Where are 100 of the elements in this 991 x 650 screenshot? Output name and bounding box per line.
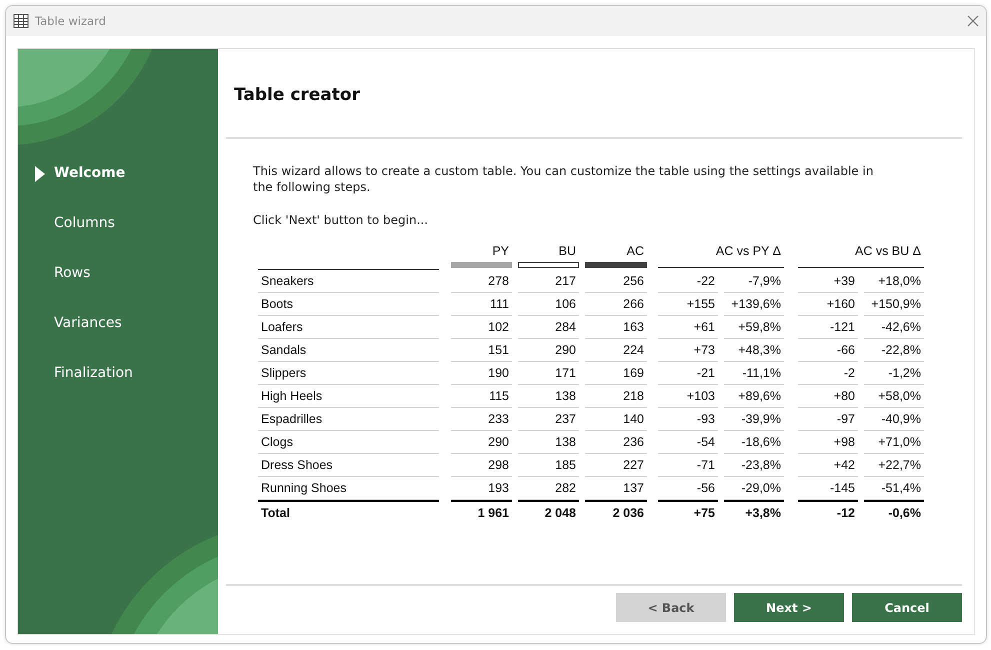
table-cell: Slippers [258, 362, 439, 385]
table-cell: -93 [658, 408, 718, 431]
table-cell: +80 [798, 385, 858, 408]
sidebar-item[interactable]: Finalization [18, 365, 218, 415]
table-cell: -51,4% [864, 477, 924, 500]
table-cell: 290 [518, 339, 579, 362]
table-cell: 185 [518, 454, 579, 477]
page-title: Table creator [233, 84, 361, 107]
table-cell: -22 [658, 270, 718, 293]
table-cell: -66 [798, 339, 858, 362]
table-cell: Boots [258, 293, 439, 316]
table-cell: 115 [451, 385, 512, 408]
table-cell: Sneakers [258, 270, 439, 293]
table-cell: +59,8% [724, 316, 784, 339]
close-icon[interactable] [967, 15, 979, 27]
table-cell: Running Shoes [258, 477, 439, 500]
table-cell: +89,6% [724, 385, 784, 408]
table-cell: -11,1% [724, 362, 784, 385]
table-cell: 140 [585, 408, 647, 431]
table-cell: 111 [451, 293, 512, 316]
table-cell: +61 [658, 316, 718, 339]
table-cell: Total [258, 500, 439, 524]
triangle-icon [34, 165, 46, 183]
table-cell: 278 [451, 270, 512, 293]
table-cell: -39,9% [724, 408, 784, 431]
table-cell: 256 [585, 270, 647, 293]
table-cell: 298 [451, 454, 512, 477]
table-cell: 137 [585, 477, 647, 500]
table-cell: -0,6% [864, 500, 924, 524]
table-cell: 290 [451, 431, 512, 454]
table-cell: 227 [585, 454, 647, 477]
table-cell: 138 [518, 431, 579, 454]
table-cell: 236 [585, 431, 647, 454]
table-cell: -56 [658, 477, 718, 500]
table-cell: +42 [798, 454, 858, 477]
table-cell: +98 [798, 431, 858, 454]
intro-text: This wizard allows to create a custom table. You can customize the table using the settings available in the following steps. [253, 163, 874, 195]
table-cell: -54 [658, 431, 718, 454]
table-cell: +103 [658, 385, 718, 408]
table-cell: -18,6% [724, 431, 784, 454]
table-cell: +22,7% [864, 454, 924, 477]
table-cell: 1 961 [451, 500, 512, 524]
table-cell: +3,8% [724, 500, 784, 524]
table-cell: 282 [518, 477, 579, 500]
table-cell: 217 [518, 270, 579, 293]
column-header: PY [491, 243, 510, 260]
table-cell: -12 [798, 500, 858, 524]
table-cell: -71 [658, 454, 718, 477]
table-cell: -21 [658, 362, 718, 385]
table-cell: 102 [451, 316, 512, 339]
sidebar-item[interactable]: Variances [18, 315, 218, 365]
column-header: AC vs BU Δ [798, 243, 924, 268]
table-cell: 193 [451, 477, 512, 500]
table-cell: -22,8% [864, 339, 924, 362]
table-cell: +139,6% [724, 293, 784, 316]
table-cell: Clogs [258, 431, 439, 454]
table-cell: 284 [518, 316, 579, 339]
column-header: AC [626, 243, 645, 260]
table-cell: 224 [585, 339, 647, 362]
table-cell: +58,0% [864, 385, 924, 408]
table-cell: -145 [798, 477, 858, 500]
table-cell: Dress Shoes [258, 454, 439, 477]
table-cell: 169 [585, 362, 647, 385]
hint-text: Click 'Next' button to begin... [253, 213, 430, 227]
table-cell: -2 [798, 362, 858, 385]
table-cell: 233 [451, 408, 512, 431]
table-icon [13, 13, 29, 29]
table-cell: 237 [518, 408, 579, 431]
table-cell: +75 [658, 500, 718, 524]
wizard-button[interactable]: Next > [734, 593, 844, 622]
table-cell: 106 [518, 293, 579, 316]
sidebar-item[interactable]: Columns [18, 215, 218, 265]
table-cell: +155 [658, 293, 718, 316]
table-cell: 190 [451, 362, 512, 385]
table-cell: Loafers [258, 316, 439, 339]
table-cell: Sandals [258, 339, 439, 362]
table-cell: -42,6% [864, 316, 924, 339]
table-cell: High Heels [258, 385, 439, 408]
table-cell: -23,8% [724, 454, 784, 477]
table-cell: +160 [798, 293, 858, 316]
table-cell: 2 048 [518, 500, 579, 524]
table-cell: -29,0% [724, 477, 784, 500]
table-cell: -1,2% [864, 362, 924, 385]
table-cell: 171 [518, 362, 579, 385]
window-title: Table wizard [35, 14, 107, 28]
table-cell: -40,9% [864, 408, 924, 431]
column-header: AC vs PY Δ [658, 243, 784, 268]
table-cell: -97 [798, 408, 858, 431]
sidebar-item[interactable]: Rows [18, 265, 218, 315]
table-cell: +71,0% [864, 431, 924, 454]
table-cell: Espadrilles [258, 408, 439, 431]
table-cell: 151 [451, 339, 512, 362]
table-cell: 138 [518, 385, 579, 408]
table-cell: +39 [798, 270, 858, 293]
table-cell: +73 [658, 339, 718, 362]
sidebar-item[interactable]: Welcome [18, 165, 218, 215]
table-cell: 266 [585, 293, 647, 316]
table-cell: -121 [798, 316, 858, 339]
wizard-button[interactable]: Cancel [852, 593, 962, 622]
table-cell: +18,0% [864, 270, 924, 293]
